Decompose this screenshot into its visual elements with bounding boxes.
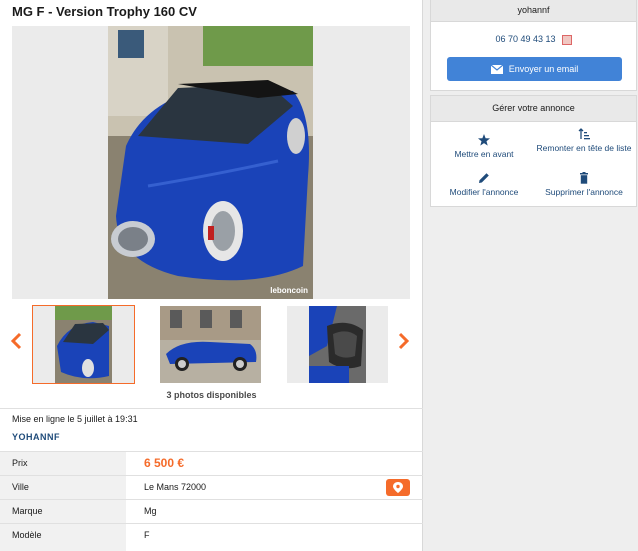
- attribute-label: Ville: [0, 476, 126, 499]
- phone-text: 06 70 49 43 13: [495, 34, 556, 44]
- listing-panel: MG F - Version Trophy 160 CV leboncoin 3…: [0, 0, 423, 551]
- thumbnail-2[interactable]: [160, 306, 261, 383]
- price-value: 6 500 €: [144, 456, 185, 470]
- attribute-row-brand: Marque Mg: [0, 499, 423, 523]
- promote-ad-label: Mettre en avant: [454, 149, 514, 159]
- bump-ad-label: Remonter en tête de liste: [536, 143, 632, 153]
- attribute-row-city: Ville Le Mans 72000: [0, 475, 423, 499]
- city-value: Le Mans 72000: [144, 482, 207, 492]
- pencil-icon: [479, 173, 489, 183]
- main-photo[interactable]: leboncoin: [12, 26, 410, 299]
- seller-name[interactable]: YOHANNF: [12, 432, 60, 442]
- bump-ad-button[interactable]: Remonter en tête de liste: [536, 128, 632, 154]
- attribute-row-model: Modèle F: [0, 523, 423, 551]
- thumbnail-1[interactable]: [32, 305, 135, 384]
- send-email-button[interactable]: Envoyer un email: [447, 57, 622, 81]
- contact-name: yohannf: [431, 0, 636, 22]
- location-pin-icon: [393, 482, 403, 493]
- photos-count: 3 photos disponibles: [166, 390, 257, 400]
- edit-ad-button[interactable]: Modifier l'annonce: [436, 172, 532, 198]
- trash-icon: [580, 172, 588, 184]
- map-button[interactable]: [386, 479, 410, 496]
- attribute-label: Marque: [0, 500, 126, 523]
- manage-title: Gérer votre annonce: [431, 96, 636, 122]
- posted-date: Mise en ligne le 5 juillet à 19:31: [12, 414, 138, 424]
- sort-up-icon: [578, 128, 590, 140]
- phone-number[interactable]: 06 70 49 43 13: [431, 34, 636, 45]
- star-icon: [478, 134, 490, 146]
- divider: [0, 408, 423, 409]
- watermark-logo: leboncoin: [270, 286, 308, 295]
- phone-image-icon: [561, 34, 572, 45]
- listing-title: MG F - Version Trophy 160 CV: [12, 4, 197, 19]
- delete-ad-button[interactable]: Supprimer l'annonce: [536, 172, 632, 198]
- contact-card: yohannf 06 70 49 43 13 Envoyer un email: [430, 0, 637, 91]
- attribute-row-price: Prix 6 500 €: [0, 451, 423, 475]
- promote-ad-button[interactable]: Mettre en avant: [436, 134, 532, 160]
- envelope-icon: [490, 64, 504, 75]
- brand-value: Mg: [144, 506, 157, 516]
- manage-card: Gérer votre annonce Mettre en avant Remo…: [430, 95, 637, 207]
- prev-photo-button[interactable]: [10, 332, 22, 354]
- edit-ad-label: Modifier l'annonce: [449, 187, 519, 197]
- attribute-label: Prix: [0, 452, 126, 475]
- attribute-label: Modèle: [0, 524, 126, 551]
- model-value: F: [144, 530, 150, 540]
- next-photo-button[interactable]: [398, 332, 410, 354]
- send-email-label: Envoyer un email: [508, 64, 579, 74]
- delete-ad-label: Supprimer l'annonce: [545, 187, 623, 197]
- thumbnail-3[interactable]: [287, 306, 388, 383]
